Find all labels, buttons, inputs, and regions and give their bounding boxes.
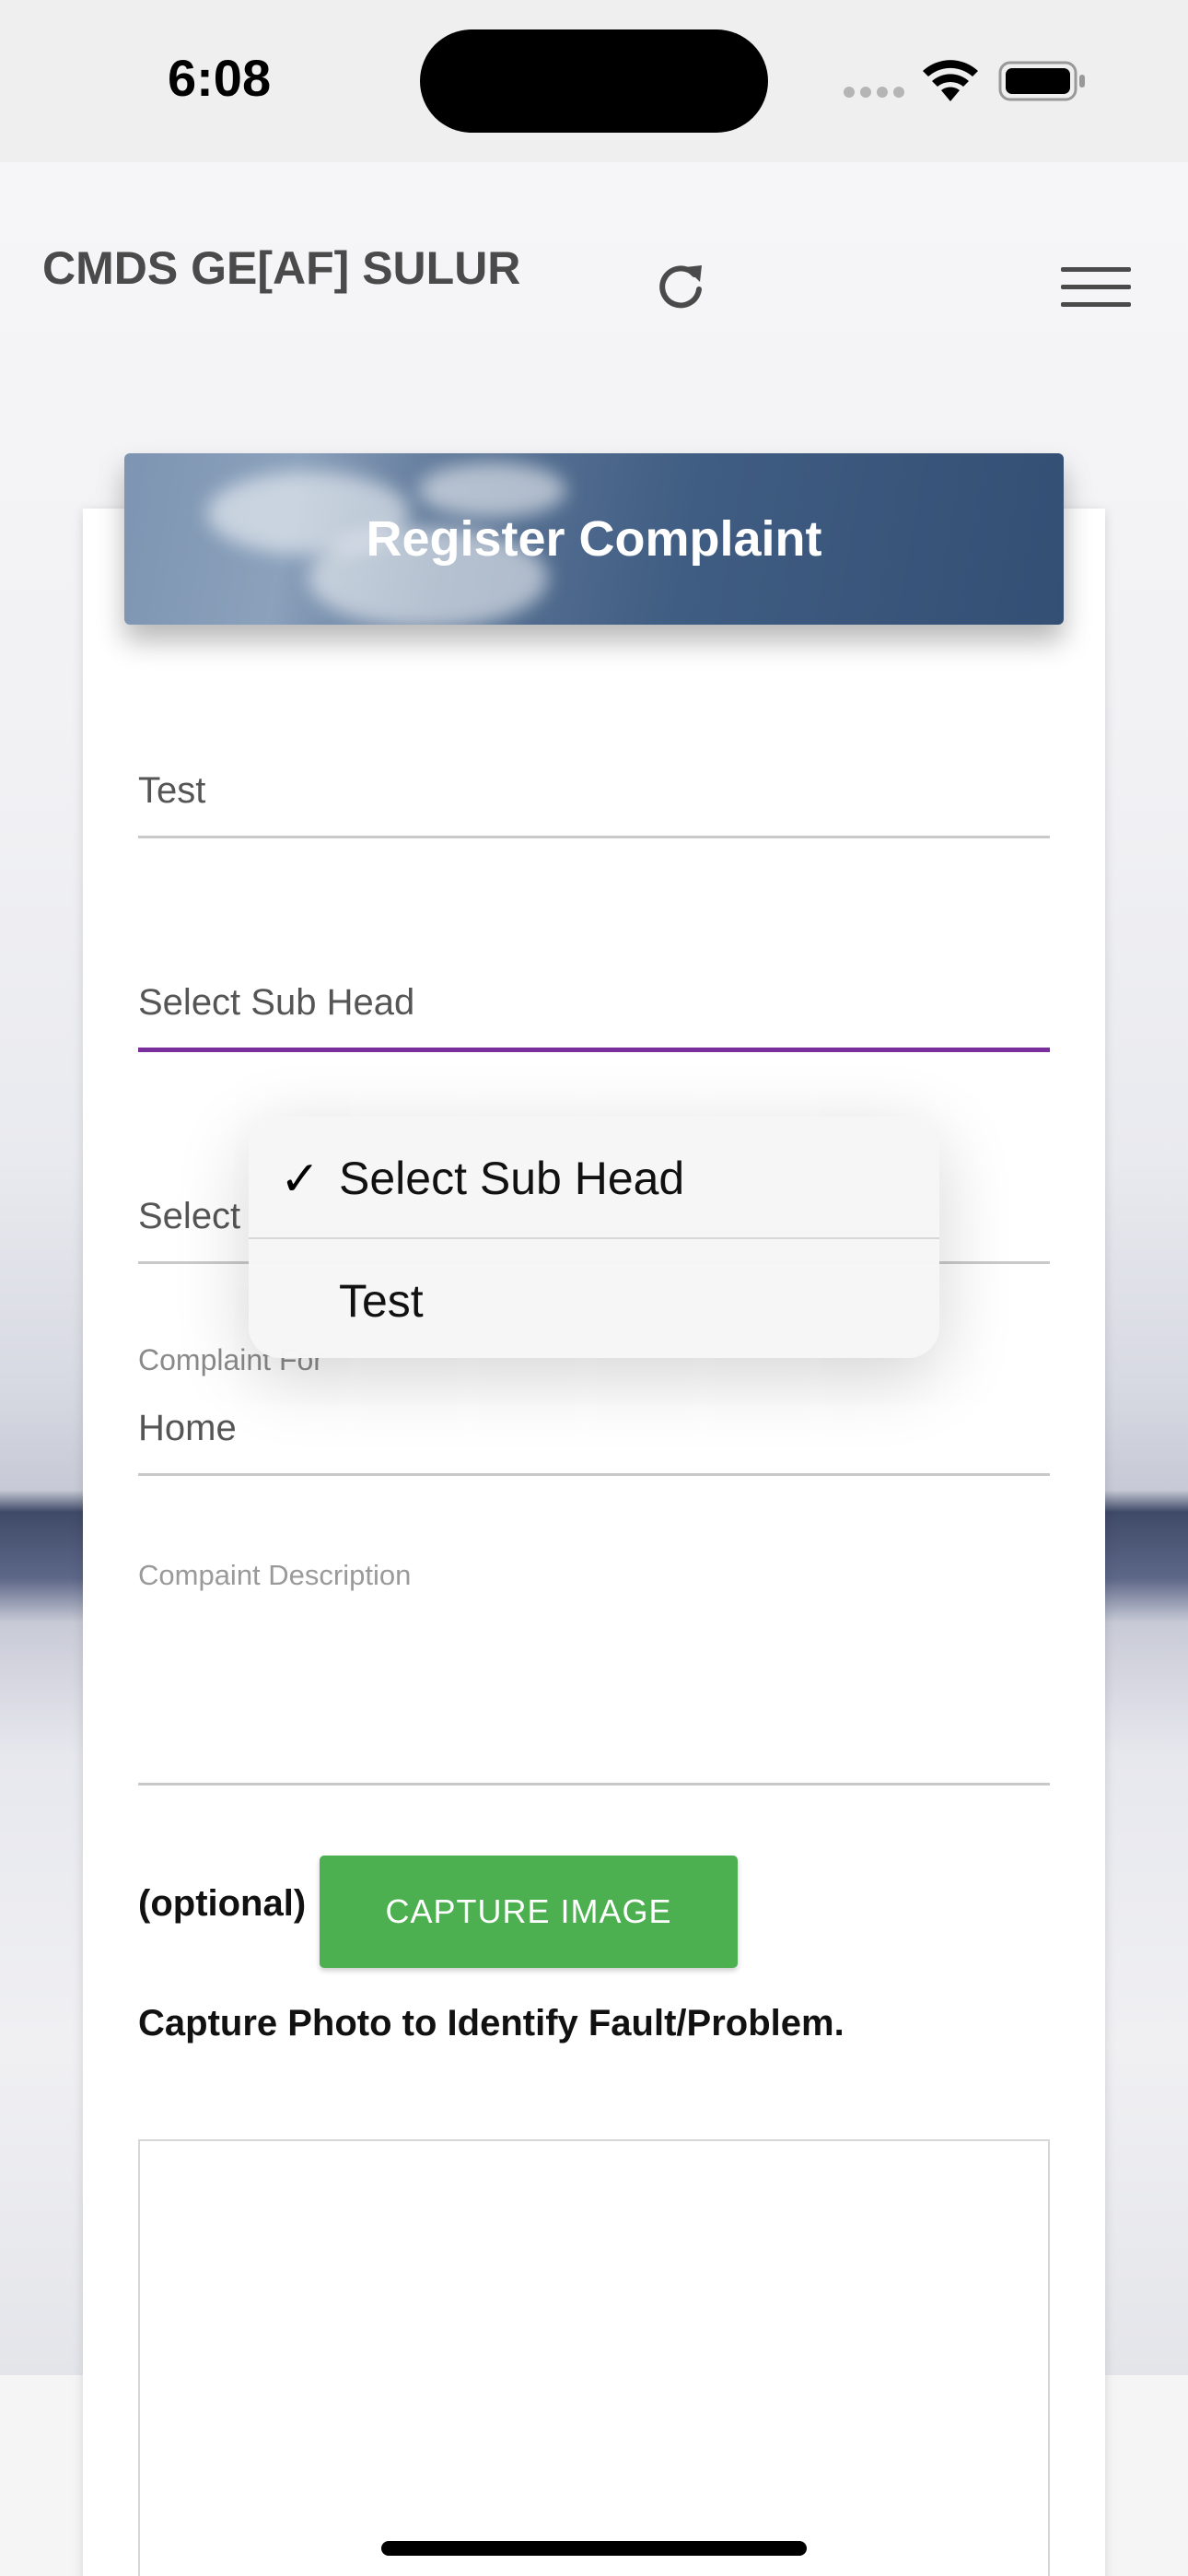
cellular-signal-icon xyxy=(844,87,904,98)
capture-image-button[interactable]: CAPTURE IMAGE xyxy=(320,1856,738,1968)
dropdown-option-test[interactable]: Test xyxy=(249,1237,939,1358)
checkmark-icon: ✓ xyxy=(280,1153,320,1206)
complaint-for-value: Home xyxy=(138,1408,237,1448)
card-title: Register Complaint xyxy=(366,511,822,567)
optional-label: (optional) xyxy=(138,1883,307,1924)
home-indicator xyxy=(381,2541,807,2556)
complaint-for-field[interactable]: Home xyxy=(138,1391,1050,1476)
capture-hint: Capture Photo to Identify Fault/Problem. xyxy=(138,2003,844,2043)
battery-icon xyxy=(998,61,1085,101)
description-textarea[interactable] xyxy=(138,1607,1050,1786)
status-time: 6:08 xyxy=(168,49,272,107)
dropdown-option-select-sub-head[interactable]: ✓ Select Sub Head xyxy=(249,1117,939,1237)
app-title: CMDS GE[AF] SULUR xyxy=(42,242,521,294)
dropdown-option-label: Select Sub Head xyxy=(339,1153,685,1204)
category-select-value: Select xyxy=(138,1196,241,1236)
sub-head-select-value: Select Sub Head xyxy=(138,982,415,1023)
card-header: Register Complaint xyxy=(124,453,1064,625)
refresh-icon[interactable] xyxy=(652,258,709,315)
dropdown-option-label: Test xyxy=(339,1275,424,1327)
name-field[interactable]: Test xyxy=(138,755,1050,838)
dynamic-island xyxy=(420,29,768,133)
sub-head-dropdown: ✓ Select Sub Head Test xyxy=(249,1117,939,1358)
status-bar: 6:08 xyxy=(0,0,1188,162)
wifi-icon xyxy=(923,60,978,101)
description-placeholder: Compaint Description xyxy=(138,1559,412,1591)
photo-preview xyxy=(138,2139,1050,2576)
hamburger-menu-icon[interactable] xyxy=(1061,265,1131,310)
name-field-value: Test xyxy=(138,770,206,811)
sub-head-select[interactable]: Select Sub Head xyxy=(138,967,1050,1052)
